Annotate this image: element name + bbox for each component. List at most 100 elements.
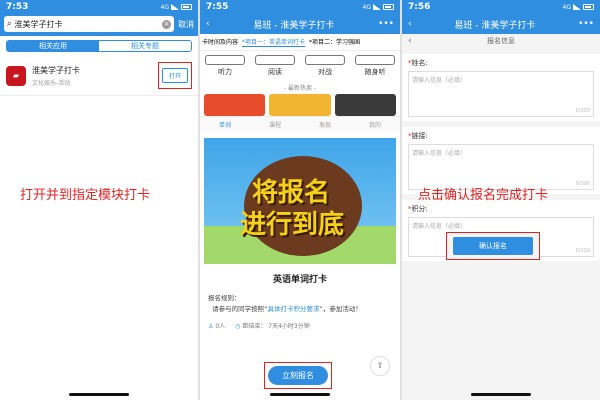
confirm-signup-button[interactable]: 确认报名 bbox=[453, 237, 533, 255]
signal-icon bbox=[573, 4, 581, 10]
nav-bar: ‹ 易班 - 淮美学子打卡 ••• bbox=[402, 14, 600, 34]
back-icon[interactable]: ‹ bbox=[206, 19, 210, 29]
rule-link[interactable]: 具体打卡积分要求 bbox=[268, 305, 320, 313]
char-counter: 0/300 bbox=[575, 108, 590, 114]
more-icon[interactable]: ••• bbox=[378, 19, 394, 29]
tab-project-one[interactable]: *项目一：英语单词打卡 bbox=[242, 37, 306, 47]
more-icon[interactable]: ••• bbox=[578, 19, 594, 29]
feature-listening[interactable]: 听力 bbox=[205, 55, 245, 77]
network-label: 4G bbox=[562, 3, 571, 11]
form-title: 报名信息 bbox=[487, 37, 515, 45]
deadline: ◷ 距结束： 7天4小时3分钟 bbox=[235, 321, 310, 330]
rule-text: 请参与的同学按照“具体打卡积分要求”，参加活动！ bbox=[208, 304, 392, 315]
screen-signup-form: 7:56 4G ‹ 易班 - 淮美学子打卡 ••• ‹ 报名信息 *姓名: 请输… bbox=[402, 0, 600, 400]
field-label-text: 链接: bbox=[411, 132, 428, 140]
bottom-nav: 单词 课程 发现 我的 bbox=[200, 116, 400, 132]
tab-related-topics[interactable]: 相关专题 bbox=[99, 41, 191, 51]
battery-icon bbox=[583, 4, 594, 10]
nav-courses[interactable]: 课程 bbox=[269, 120, 281, 129]
deadline-label: 距结束： bbox=[242, 323, 267, 330]
hot-banner[interactable] bbox=[269, 94, 331, 116]
back-icon[interactable]: ‹ bbox=[408, 19, 412, 29]
field-label: *积分: bbox=[408, 205, 428, 213]
signup-button[interactable]: 立刻报名 bbox=[268, 366, 328, 385]
home-indicator bbox=[270, 393, 330, 396]
activity-title: 英语单词打卡 bbox=[272, 275, 327, 285]
feature-label: 阅读 bbox=[268, 68, 282, 76]
feature-label: 随身听 bbox=[364, 68, 386, 76]
app-title: 淮美学子打卡 bbox=[32, 65, 80, 75]
open-button[interactable]: 打开 bbox=[161, 68, 188, 83]
activity-stats: ♙ 0人 ◷ 距结束： 7天4小时3分钟 bbox=[208, 321, 392, 330]
app-logo-icon: ▰ bbox=[6, 65, 26, 86]
page-title: 易班 - 淮美学子打卡 bbox=[253, 20, 335, 31]
field-placeholder: 请输入信息（必填） bbox=[412, 223, 467, 230]
tab-related-apps[interactable]: 相关应用 bbox=[7, 41, 99, 51]
poster-text-line2: 进行到底 bbox=[240, 210, 345, 240]
project-tabs: 卡时间及内容 *项目一：英语单词打卡 *项目二：学习强国 bbox=[200, 34, 400, 51]
page-title: 易班 - 淮美学子打卡 bbox=[454, 20, 536, 31]
form-field-name: *姓名: 请输入信息（必填） 0/300 bbox=[402, 54, 600, 121]
hot-banner[interactable] bbox=[334, 94, 396, 116]
feature-battle[interactable]: 对战 bbox=[305, 55, 345, 77]
result-tabs: 相关应用 相关专题 bbox=[6, 40, 192, 52]
feature-reading[interactable]: 阅读 bbox=[255, 55, 295, 77]
nav-mine[interactable]: 我的 bbox=[369, 120, 381, 129]
name-input[interactable]: 请输入信息（必填） 0/300 bbox=[408, 71, 594, 117]
highlight-box: 打开 bbox=[157, 62, 192, 89]
app-list-item[interactable]: ▰ 淮美学子打卡 文化娱乐-活动 打开 bbox=[0, 56, 198, 96]
search-input[interactable]: ⌕ 淮美学子打卡 × bbox=[4, 16, 174, 32]
field-label: *姓名: bbox=[408, 59, 428, 67]
rule-text-a: 请参与的同学按照“ bbox=[212, 305, 268, 313]
signal-icon bbox=[171, 4, 179, 10]
battery-icon bbox=[383, 4, 394, 10]
headphones-icon bbox=[205, 55, 245, 65]
network-label: 4G bbox=[160, 3, 169, 11]
search-icon: ⌕ bbox=[7, 19, 12, 28]
highlight-box: 确认报名 bbox=[446, 232, 540, 260]
participant-count: ♙ 0人 bbox=[208, 321, 225, 330]
home-indicator bbox=[69, 393, 129, 396]
battery-icon bbox=[181, 4, 192, 10]
activity-poster: 将报名 进行到底 bbox=[204, 138, 396, 264]
nav-discover[interactable]: 发现 bbox=[319, 120, 331, 129]
nav-bar: ‹ 易班 - 淮美学子打卡 ••• bbox=[200, 14, 400, 34]
hot-banners bbox=[200, 94, 400, 116]
deadline-value: 7天4小时3分钟 bbox=[268, 323, 310, 330]
clock-icon: ◷ bbox=[235, 323, 241, 330]
clear-icon[interactable]: × bbox=[162, 19, 171, 29]
status-bar: 7:53 4G bbox=[0, 0, 198, 14]
share-icon[interactable]: ⇪ bbox=[370, 356, 390, 376]
feature-label: 对战 bbox=[318, 68, 332, 76]
field-placeholder: 请输入信息（必填） bbox=[412, 150, 467, 157]
screen-activity: 7:55 4G ‹ 易班 - 淮美学子打卡 ••• 卡时间及内容 *项目一：英语… bbox=[200, 0, 400, 400]
highlight-box: 立刻报名 bbox=[264, 362, 332, 389]
home-indicator bbox=[471, 393, 531, 396]
hot-section-title: - 最新热卖 - bbox=[283, 85, 317, 92]
clock: 7:55 bbox=[206, 2, 229, 12]
feature-audio[interactable]: 随身听 bbox=[355, 55, 395, 77]
count-value: 0人 bbox=[215, 323, 226, 330]
clock: 7:53 bbox=[6, 2, 29, 12]
rule-label: 报名规则： bbox=[208, 294, 241, 302]
status-bar: 7:56 4G bbox=[402, 0, 600, 14]
form-header: ‹ 报名信息 bbox=[402, 34, 600, 48]
char-counter: 0/300 bbox=[575, 181, 590, 187]
book-icon bbox=[255, 55, 295, 65]
search-value: 淮美学子打卡 bbox=[14, 19, 63, 29]
back-icon[interactable]: ‹ bbox=[408, 36, 412, 46]
clock: 7:56 bbox=[408, 2, 431, 12]
nav-words[interactable]: 单词 bbox=[219, 120, 231, 129]
music-icon bbox=[355, 55, 395, 65]
tab-project-two[interactable]: *项目二：学习强国 bbox=[309, 37, 360, 47]
field-label: *链接: bbox=[408, 132, 428, 140]
field-placeholder: 请输入信息（必填） bbox=[412, 77, 467, 84]
cancel-button[interactable]: 取消 bbox=[178, 19, 194, 30]
network-label: 4G bbox=[362, 3, 371, 11]
field-label-text: 积分: bbox=[411, 205, 428, 213]
hot-banner[interactable] bbox=[204, 94, 266, 116]
tutorial-stage: 7:53 4G ⌕ 淮美学子打卡 × 取消 相关应用 相关专题 ▰ 淮美学子打卡… bbox=[0, 0, 600, 400]
signal-icon bbox=[373, 4, 381, 10]
tab-time-content[interactable]: 卡时间及内容 bbox=[202, 37, 238, 47]
screen-search: 7:53 4G ⌕ 淮美学子打卡 × 取消 相关应用 相关专题 ▰ 淮美学子打卡… bbox=[0, 0, 198, 400]
